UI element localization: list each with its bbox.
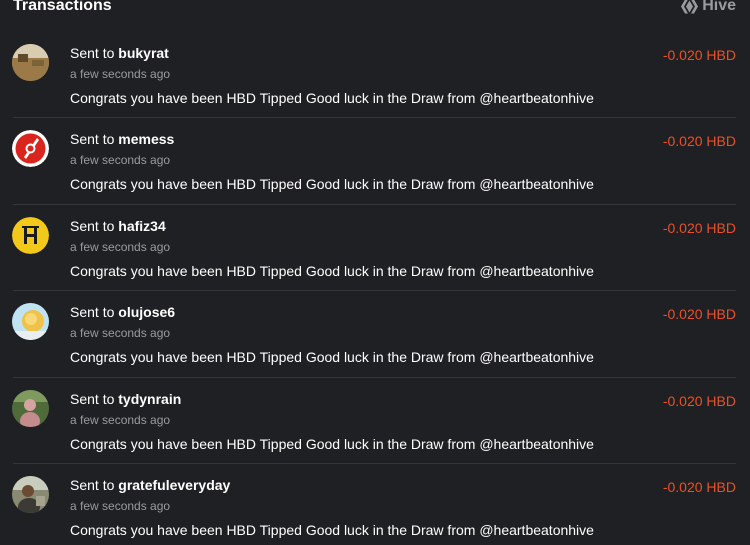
transaction-prefix: Sent to bbox=[70, 476, 115, 493]
transaction-prefix: Sent to bbox=[70, 45, 115, 61]
transaction-title: Sent to memess bbox=[70, 131, 174, 147]
transaction-row[interactable]: Sent to bukyrat a few seconds ago Congra… bbox=[0, 32, 750, 119]
avatar-red-logo-icon[interactable] bbox=[12, 130, 49, 168]
recipient-username[interactable]: bukyrat bbox=[118, 45, 169, 61]
transaction-amount: -0.020 HBD bbox=[662, 306, 736, 323]
panel-header: Transactions Hive bbox=[0, 0, 750, 22]
transaction-amount: -0.020 HBD bbox=[662, 392, 736, 409]
transaction-list: Sent to bukyrat a few seconds ago Congra… bbox=[0, 32, 750, 545]
hive-logo-icon bbox=[681, 0, 699, 14]
hive-brand[interactable]: Hive bbox=[681, 0, 736, 15]
transaction-time: a few seconds ago bbox=[70, 412, 171, 427]
panel-title: Transactions bbox=[13, 0, 112, 14]
transaction-memo: Congrats you have been HBD Tipped Good l… bbox=[70, 176, 594, 193]
transaction-time: a few seconds ago bbox=[70, 67, 171, 81]
avatar-person-outdoor-icon[interactable] bbox=[12, 475, 49, 513]
transaction-prefix: Sent to bbox=[70, 304, 115, 321]
transaction-memo: Congrats you have been HBD Tipped Good l… bbox=[70, 435, 594, 452]
transaction-title: Sent to tydynrain bbox=[70, 391, 181, 407]
transaction-row[interactable]: Sent to memess a few seconds ago Congrat… bbox=[0, 118, 750, 205]
recipient-username[interactable]: hafiz34 bbox=[118, 218, 165, 234]
transaction-time: a few seconds ago bbox=[70, 498, 171, 513]
transaction-prefix: Sent to bbox=[70, 390, 115, 407]
transaction-title: Sent to olujose6 bbox=[70, 304, 175, 320]
avatar-sky-icon[interactable] bbox=[12, 303, 49, 341]
recipient-username[interactable]: olujose6 bbox=[118, 304, 175, 320]
transaction-prefix: Sent to bbox=[70, 131, 115, 148]
avatar-landscape-icon[interactable] bbox=[12, 44, 49, 81]
transaction-title: Sent to gratefuleveryday bbox=[70, 477, 230, 493]
transaction-amount: -0.020 HBD bbox=[662, 47, 736, 63]
transaction-row[interactable]: Sent to hafiz34 a few seconds ago Congra… bbox=[0, 205, 750, 292]
transaction-memo: Congrats you have been HBD Tipped Good l… bbox=[70, 521, 594, 538]
transaction-title: Sent to hafiz34 bbox=[70, 218, 166, 234]
transaction-time: a few seconds ago bbox=[70, 326, 171, 341]
transaction-row[interactable]: Sent to gratefuleveryday a few seconds a… bbox=[0, 464, 750, 545]
recipient-username[interactable]: memess bbox=[118, 131, 174, 147]
transaction-time: a few seconds ago bbox=[70, 153, 171, 168]
transaction-memo: Congrats you have been HBD Tipped Good l… bbox=[70, 349, 594, 366]
transaction-time: a few seconds ago bbox=[70, 239, 171, 254]
transaction-amount: -0.020 HBD bbox=[662, 478, 736, 495]
transaction-prefix: Sent to bbox=[70, 217, 115, 234]
transaction-amount: -0.020 HBD bbox=[662, 133, 736, 150]
transaction-amount: -0.020 HBD bbox=[662, 219, 736, 236]
transactions-panel: Transactions Hive Sent to bukyrat a few … bbox=[0, 0, 750, 545]
transaction-memo: Congrats you have been HBD Tipped Good l… bbox=[70, 90, 594, 106]
transaction-row[interactable]: Sent to tydynrain a few seconds ago Cong… bbox=[0, 378, 750, 464]
transaction-title: Sent to bukyrat bbox=[70, 45, 169, 61]
transaction-row[interactable]: Sent to olujose6 a few seconds ago Congr… bbox=[0, 291, 750, 378]
avatar-yellow-h-icon[interactable] bbox=[12, 216, 49, 254]
recipient-username[interactable]: tydynrain bbox=[118, 391, 181, 407]
recipient-username[interactable]: gratefuleveryday bbox=[118, 477, 230, 493]
hive-brand-label: Hive bbox=[702, 0, 736, 14]
transaction-memo: Congrats you have been HBD Tipped Good l… bbox=[70, 262, 594, 279]
avatar-person-green-icon[interactable] bbox=[12, 389, 49, 427]
